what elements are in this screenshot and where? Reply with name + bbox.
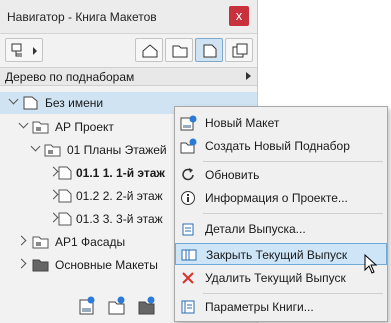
- menu-separator: [203, 213, 383, 214]
- view-combo[interactable]: Дерево по поднаборам: [0, 67, 257, 86]
- menu-item-label: Закрыть Текущий Выпуск: [206, 248, 348, 262]
- new-subset-icon[interactable]: [108, 296, 126, 316]
- refresh-icon: [182, 168, 194, 181]
- delete-x-icon: [182, 272, 194, 284]
- subset-folder-icon: [32, 121, 49, 134]
- book-settings-icon: [181, 300, 195, 314]
- layout-book-button[interactable]: [195, 38, 223, 62]
- chevron-down-icon[interactable]: [18, 118, 29, 129]
- menu-item-label: Создать Новый Поднабор: [205, 139, 350, 153]
- menu-item-refresh[interactable]: Обновить: [175, 164, 387, 186]
- new-master-icon[interactable]: [138, 296, 156, 316]
- menu-item-project-info[interactable]: Информация о Проекте...: [175, 187, 387, 209]
- tree-item-label: 01.1 1. 1-й этаж: [76, 166, 165, 180]
- tree-item-label: 01.3 3. 3-й этаж: [76, 212, 163, 226]
- subset-folder-icon: [32, 236, 49, 249]
- combo-arrow-icon: [246, 72, 251, 80]
- new-layout-icon[interactable]: [78, 296, 96, 316]
- mouse-cursor-icon: [364, 254, 378, 274]
- close-button[interactable]: x: [229, 6, 249, 26]
- project-map-button[interactable]: [135, 38, 163, 62]
- menu-item-close-issue[interactable]: Закрыть Текущий Выпуск: [175, 243, 387, 265]
- view-map-button[interactable]: [165, 38, 193, 62]
- tree-item-label: Без имени: [45, 96, 104, 110]
- toolbar: [0, 34, 257, 66]
- issue-details-icon: [182, 223, 194, 236]
- folder-view-icon: [172, 45, 188, 58]
- menu-item-label: Обновить: [205, 168, 260, 182]
- chevron-down-icon[interactable]: [8, 94, 19, 105]
- master-folder-icon: [32, 259, 49, 272]
- book-icon: [23, 96, 38, 110]
- menu-item-label: Удалить Текущий Выпуск: [205, 271, 346, 285]
- menu-item-issue-details[interactable]: Детали Выпуска...: [175, 218, 387, 240]
- menu-item-label: Детали Выпуска...: [205, 222, 306, 236]
- combo-label: Дерево по поднаборам: [5, 70, 135, 84]
- tree-item-label: АР Проект: [55, 120, 114, 134]
- context-menu: Новый Макет Создать Новый Поднабор Обнов…: [174, 106, 388, 322]
- house-icon: [142, 44, 158, 58]
- tree-item-label: 01 Планы Этажей: [67, 143, 167, 157]
- layout-icon: [58, 166, 72, 180]
- tree-item-label: Основные Макеты: [55, 258, 158, 272]
- subset-folder-icon: [44, 144, 61, 157]
- new-subset-icon: [180, 138, 197, 154]
- menu-item-delete-issue[interactable]: Удалить Текущий Выпуск: [175, 267, 387, 289]
- title-bar: Навигатор - Книга Макетов x: [0, 0, 257, 34]
- layout-icon: [58, 189, 72, 203]
- chevron-right-icon[interactable]: [16, 258, 27, 269]
- publisher-icon: [232, 43, 248, 58]
- layout-icon: [58, 212, 72, 226]
- chevron-down-icon[interactable]: [30, 141, 41, 152]
- chevron-right-icon[interactable]: [16, 235, 27, 246]
- tree-mode-icon: [11, 43, 37, 57]
- navigator-mode-button[interactable]: [5, 38, 43, 62]
- layout-book-icon: [203, 44, 217, 58]
- close-issue-icon: [181, 249, 197, 261]
- new-layout-icon: [180, 115, 197, 131]
- menu-item-label: Новый Макет: [205, 116, 280, 130]
- window-title: Навигатор - Книга Макетов: [7, 10, 157, 24]
- tree-item-label: 01.2 2. 2-й этаж: [76, 189, 163, 203]
- menu-item-label: Информация о Проекте...: [205, 191, 348, 205]
- publisher-sets-button[interactable]: [225, 38, 253, 62]
- menu-item-new-subset[interactable]: Создать Новый Поднабор: [175, 135, 387, 157]
- tree-item-label: АР1 Фасады: [55, 235, 126, 249]
- info-icon: [181, 191, 195, 205]
- menu-item-book-settings[interactable]: Параметры Книги...: [175, 296, 387, 318]
- menu-item-new-layout[interactable]: Новый Макет: [175, 112, 387, 134]
- menu-separator: [203, 161, 383, 162]
- menu-item-label: Параметры Книги...: [205, 300, 314, 314]
- menu-separator: [203, 293, 383, 294]
